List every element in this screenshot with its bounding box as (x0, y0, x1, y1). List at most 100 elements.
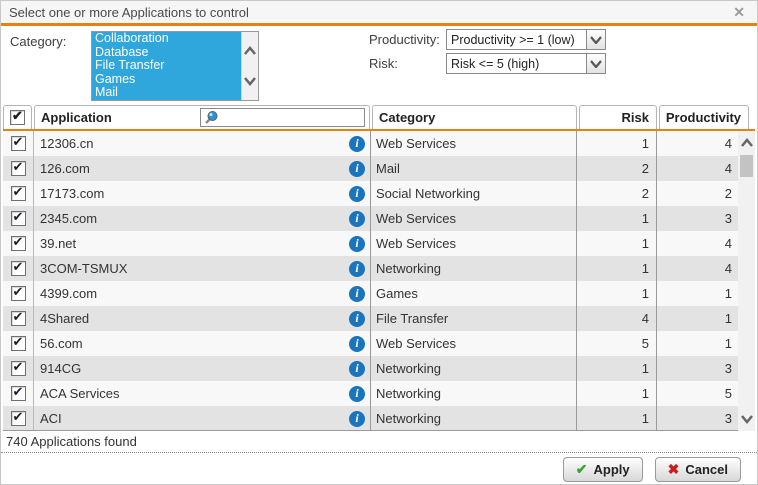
category-option[interactable]: Mail (92, 86, 241, 100)
table-row[interactable]: ACI i Networking 1 3 (3, 406, 739, 430)
application-cell: ACI i (34, 406, 370, 430)
column-header-application[interactable]: Application (34, 105, 370, 129)
table-row[interactable]: 914CG i Networking 1 3 (3, 356, 739, 381)
productivity-select[interactable]: Productivity >= 1 (low) (446, 29, 606, 50)
chevron-down-icon[interactable] (586, 30, 605, 49)
productivity-cell: 4 (656, 231, 739, 256)
row-checkbox[interactable] (10, 184, 26, 201)
table-row[interactable]: 12306.cn i Web Services 1 4 (3, 131, 739, 156)
applications-dialog: Select one or more Applications to contr… (0, 0, 758, 485)
category-listbox[interactable]: Collaboration Database File Transfer Gam… (91, 31, 259, 101)
info-icon[interactable]: i (349, 260, 365, 277)
row-checkbox[interactable] (10, 384, 26, 401)
risk-select-value: Risk <= 5 (high) (451, 56, 540, 71)
apply-button[interactable]: ✔ Apply (562, 457, 643, 482)
chevron-down-icon[interactable] (586, 54, 605, 73)
category-label: Category: (10, 34, 67, 49)
info-icon[interactable]: i (349, 335, 365, 352)
row-checkbox[interactable] (10, 259, 26, 276)
category-option[interactable]: Collaboration (92, 32, 241, 46)
application-cell: 914CG i (34, 356, 370, 381)
row-checkbox[interactable] (10, 359, 26, 376)
table-row[interactable]: 3COM-TSMUX i Networking 1 4 (3, 256, 739, 281)
row-checkbox-cell (3, 231, 34, 256)
table-row[interactable]: 2345.com i Web Services 1 3 (3, 206, 739, 231)
info-icon[interactable]: i (349, 135, 365, 152)
search-input[interactable] (200, 108, 365, 127)
row-checkbox[interactable] (10, 409, 26, 426)
category-cell: File Transfer (370, 306, 576, 331)
dialog-title: Select one or more Applications to contr… (9, 4, 249, 20)
category-cell: Mail (370, 156, 576, 181)
application-name: 2345.com (40, 211, 98, 226)
info-icon[interactable]: i (349, 160, 365, 177)
category-cell: Networking (370, 356, 576, 381)
productivity-cell: 1 (656, 331, 739, 356)
info-icon[interactable]: i (349, 410, 365, 427)
productivity-select-value: Productivity >= 1 (low) (451, 32, 575, 47)
category-list-scrollbar[interactable] (241, 32, 258, 100)
results-count: 740 Applications found (6, 434, 137, 449)
category-cell: Social Networking (370, 181, 576, 206)
select-all-checkbox[interactable] (10, 108, 25, 125)
application-name: ACI (40, 411, 62, 426)
row-checkbox[interactable] (10, 334, 26, 351)
risk-cell: 1 (576, 281, 656, 306)
category-option[interactable]: Database (92, 45, 241, 60)
application-name: 39.net (40, 236, 77, 251)
info-icon[interactable]: i (349, 210, 365, 227)
application-cell: 3COM-TSMUX i (34, 256, 370, 281)
application-cell: 2345.com i (34, 206, 370, 231)
application-cell: 4Shared i (34, 306, 370, 331)
info-icon[interactable]: i (349, 185, 365, 202)
table-row[interactable]: 56.com i Web Services 5 1 (3, 331, 739, 356)
column-header-category[interactable]: Category (372, 105, 577, 129)
chevron-up-icon (244, 46, 256, 55)
table-row[interactable]: 4Shared i File Transfer 4 1 (3, 306, 739, 331)
table-row[interactable]: 17173.com i Social Networking 2 2 (3, 181, 739, 206)
table-row[interactable]: 126.com i Mail 2 4 (3, 156, 739, 181)
info-icon[interactable]: i (349, 360, 365, 377)
cancel-button[interactable]: ✖ Cancel (654, 457, 741, 482)
category-option[interactable]: Games (92, 72, 241, 87)
row-checkbox[interactable] (10, 284, 26, 301)
column-header-productivity[interactable]: Productivity (659, 105, 749, 129)
risk-cell: 1 (576, 356, 656, 381)
table-scrollbar[interactable] (738, 131, 755, 431)
application-name: 56.com (40, 336, 83, 351)
x-icon: ✖ (667, 461, 680, 477)
productivity-cell: 4 (656, 156, 739, 181)
info-icon[interactable]: i (349, 285, 365, 302)
table-row[interactable]: ACA Services i Networking 1 5 (3, 381, 739, 406)
table-row[interactable]: 4399.com i Games 1 1 (3, 281, 739, 306)
application-cell: ACA Services i (34, 381, 370, 406)
application-cell: 17173.com i (34, 181, 370, 206)
row-checkbox[interactable] (10, 209, 26, 226)
row-checkbox-cell (3, 331, 34, 356)
scroll-up-icon[interactable] (738, 133, 755, 153)
row-checkbox[interactable] (10, 159, 26, 176)
application-name: 3COM-TSMUX (40, 261, 128, 276)
row-checkbox-cell (3, 356, 34, 381)
row-checkbox[interactable] (10, 134, 26, 151)
category-cell: Networking (370, 381, 576, 406)
dialog-buttons: ✔ Apply ✖ Cancel (562, 457, 741, 482)
info-icon[interactable]: i (349, 310, 365, 327)
scroll-down-icon[interactable] (738, 409, 755, 429)
application-cell: 12306.cn i (34, 131, 370, 156)
chevron-down-icon (244, 77, 256, 86)
info-icon[interactable]: i (349, 235, 365, 252)
row-checkbox[interactable] (10, 234, 26, 251)
table-row[interactable]: 39.net i Web Services 1 4 (3, 231, 739, 256)
info-icon[interactable]: i (349, 385, 365, 402)
category-option[interactable]: File Transfer (92, 58, 241, 73)
scrollbar-thumb[interactable] (740, 155, 753, 177)
row-checkbox[interactable] (10, 309, 26, 326)
category-cell: Web Services (370, 131, 576, 156)
risk-select[interactable]: Risk <= 5 (high) (446, 53, 606, 74)
category-cell: Networking (370, 256, 576, 281)
close-icon[interactable]: ✕ (729, 4, 749, 21)
row-checkbox-cell (3, 381, 34, 406)
column-header-risk[interactable]: Risk (579, 105, 657, 129)
row-checkbox-cell (3, 306, 34, 331)
